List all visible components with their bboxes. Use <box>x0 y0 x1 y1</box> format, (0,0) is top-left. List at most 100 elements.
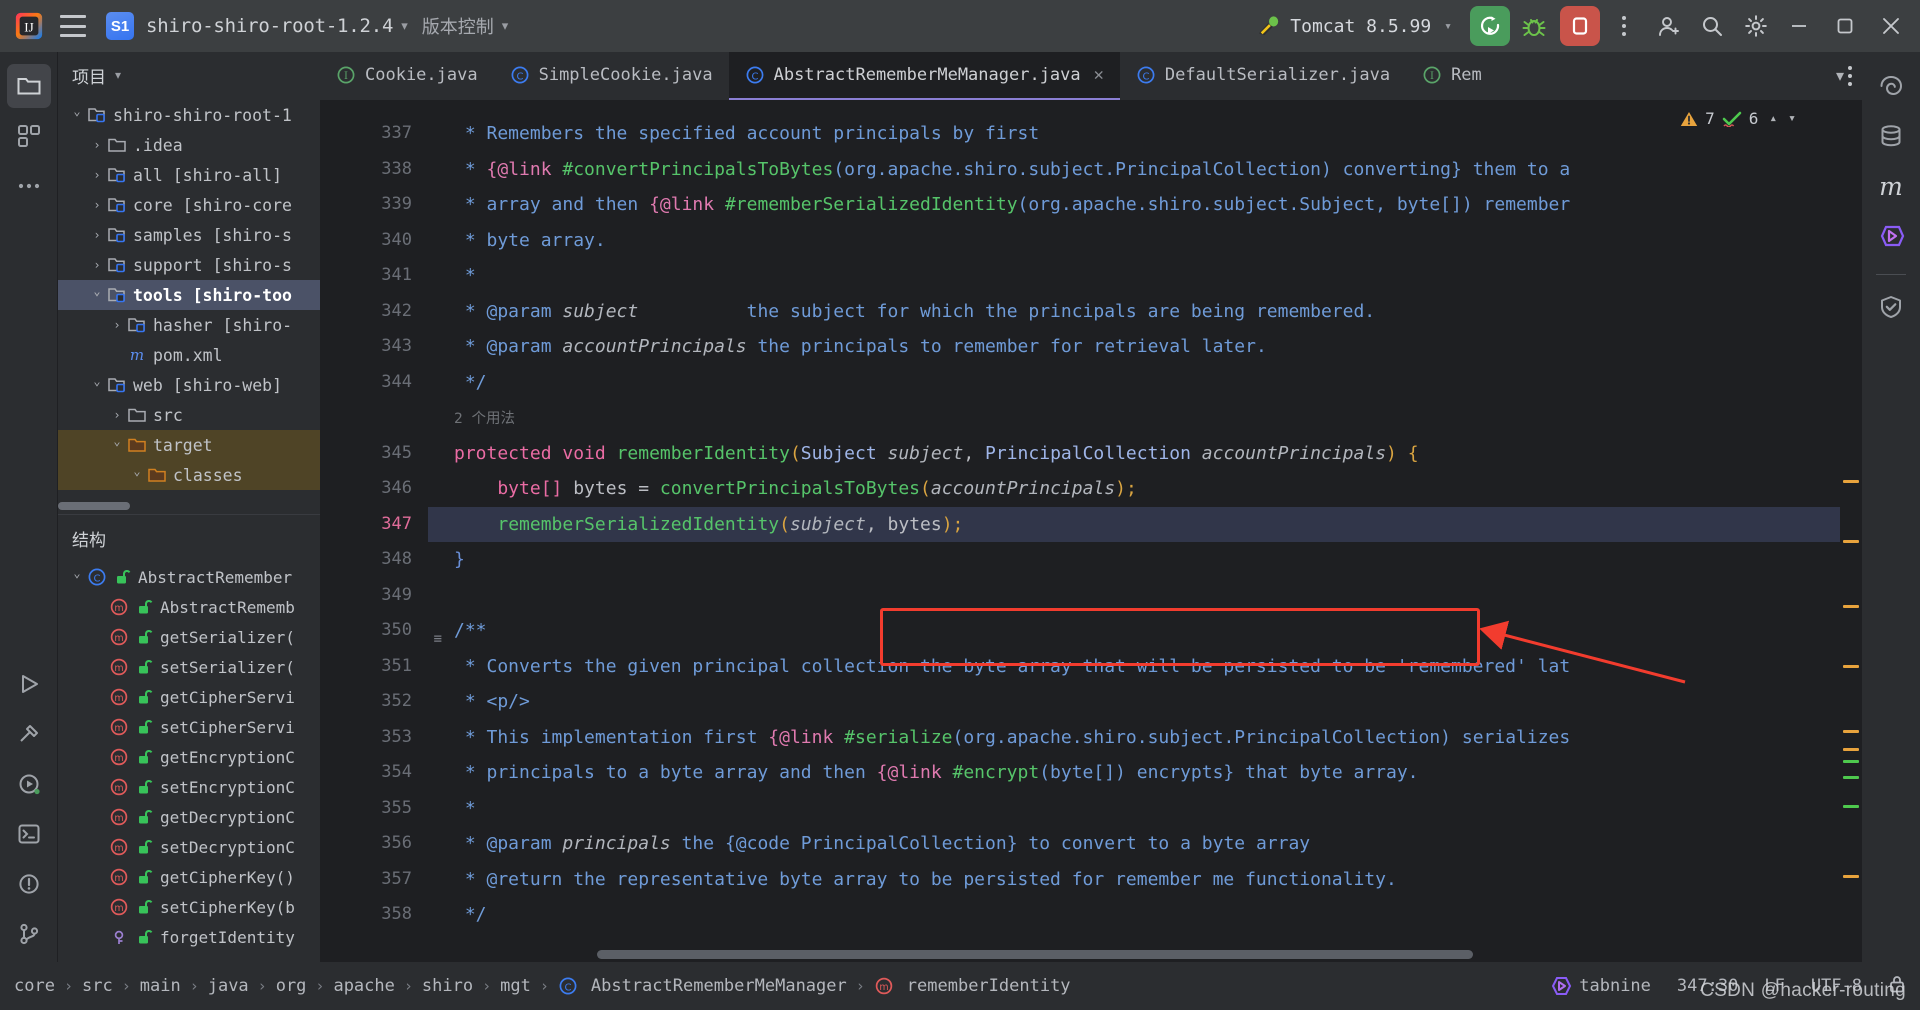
project-tree-item[interactable]: shiro-shiro-root-1 <box>58 100 320 130</box>
structure-tree-item[interactable]: C AbstractRemember <box>58 562 320 592</box>
editor-tab-bar[interactable]: I Cookie.java C SimpleCookie.java C AbstractR… <box>320 52 1862 100</box>
project-tree-item[interactable]: web [shiro-web] <box>58 370 320 400</box>
editor-tab[interactable]: C SimpleCookie.java <box>494 52 729 100</box>
project-tree-item[interactable]: target <box>58 430 320 460</box>
project-tree-item[interactable]: core [shiro-core <box>58 190 320 220</box>
code-line[interactable]: * array and then {@link #rememberSeriali… <box>454 187 1840 223</box>
sidebar-item-commit[interactable] <box>7 114 51 158</box>
usages-inlay-hint[interactable]: 2 个用法 <box>454 400 1840 436</box>
tabnine-status-widget[interactable]: tabnine <box>1550 976 1651 996</box>
project-tree[interactable]: shiro-shiro-root-1 .idea all [shiro-all] co… <box>58 98 320 514</box>
project-name[interactable]: shiro-shiro-root-1.2.4 <box>146 15 393 37</box>
sidebar-item-database[interactable] <box>1869 114 1913 158</box>
code-line[interactable]: * Remembers the specified account princi… <box>454 116 1840 152</box>
horizontal-scrollbar[interactable] <box>428 950 1840 962</box>
line-separator[interactable]: LF <box>1764 976 1784 996</box>
stop-button[interactable] <box>1560 6 1600 46</box>
breadcrumb[interactable]: core › src › main › java › org › apache › shiro › mgt ›… <box>14 976 1071 996</box>
code-line[interactable]: */ <box>454 897 1840 933</box>
tab-more-vertical-icon[interactable] <box>1848 66 1852 86</box>
editor-tab[interactable]: I Cookie.java <box>320 52 494 100</box>
project-tree-item[interactable]: support [shiro-s <box>58 250 320 280</box>
line-number[interactable]: 347 <box>320 507 428 543</box>
sidebar-item-more-tools[interactable] <box>7 164 51 208</box>
structure-tree-item[interactable]: m setDecryptionC <box>58 832 320 862</box>
line-number[interactable]: 346 <box>320 471 428 507</box>
sidebar-item-security[interactable] <box>1869 285 1913 329</box>
chevron-right-icon[interactable] <box>88 198 106 212</box>
search-everywhere-button[interactable] <box>1692 6 1732 46</box>
sidebar-item-services[interactable] <box>7 762 51 806</box>
project-tree-item[interactable]: samples [shiro-s <box>58 220 320 250</box>
breadcrumb-item[interactable]: shiro <box>422 976 473 996</box>
line-number[interactable]: 356 <box>320 826 428 862</box>
breadcrumb-item[interactable]: java <box>208 976 249 996</box>
analysis-marker[interactable] <box>1843 730 1859 733</box>
code-line[interactable]: * @param subject the subject for which t… <box>454 294 1840 330</box>
structure-tree-item[interactable]: m AbstractRememb <box>58 592 320 622</box>
structure-tree-item[interactable]: m getCipherServi <box>58 682 320 712</box>
analysis-marker[interactable] <box>1843 760 1859 763</box>
account-button[interactable] <box>1648 6 1688 46</box>
line-number[interactable]: 357 <box>320 862 428 898</box>
editor-tab[interactable]: C AbstractRememberMeManager.java ✕ <box>728 52 1120 100</box>
breadcrumb-item[interactable]: rememberIdentity <box>907 976 1071 996</box>
line-number[interactable]: 349 <box>320 578 428 614</box>
minimize-button[interactable] <box>1776 6 1822 46</box>
line-number[interactable]: 343 <box>320 329 428 365</box>
sidebar-item-tabnine[interactable] <box>1869 214 1913 258</box>
chevron-down-icon[interactable] <box>68 570 86 584</box>
project-tree-item[interactable]: classes <box>58 460 320 490</box>
tab-list-chevron-down-icon[interactable]: ▾ <box>1836 66 1844 86</box>
project-tree-item[interactable]: .idea <box>58 130 320 160</box>
code-line[interactable]: * @param accountPrincipals the principal… <box>454 329 1840 365</box>
analysis-marker[interactable] <box>1843 776 1859 779</box>
analysis-marker-strip[interactable] <box>1840 100 1862 962</box>
structure-tree-item[interactable]: m setCipherServi <box>58 712 320 742</box>
close-tab-icon[interactable]: ✕ <box>1094 65 1104 85</box>
editor-tab[interactable]: I Rem <box>1406 52 1498 100</box>
line-number[interactable]: 351 <box>320 649 428 685</box>
chevron-down-icon[interactable] <box>128 468 146 482</box>
project-tree-item[interactable]: src <box>58 400 320 430</box>
inspections-widget[interactable]: 7 6 ▴ ▾ <box>1672 106 1804 131</box>
code-line[interactable]: * @return the representative byte array … <box>454 862 1840 898</box>
line-number[interactable]: 358 <box>320 897 428 933</box>
line-number[interactable]: 355 <box>320 791 428 827</box>
project-tree-item[interactable]: tools [shiro-too <box>58 280 320 310</box>
line-number[interactable]: 354 <box>320 755 428 791</box>
project-tree-item[interactable]: m pom.xml <box>58 340 320 370</box>
structure-tree-item[interactable]: m setCipherKey(b <box>58 892 320 922</box>
sidebar-item-version-control[interactable] <box>7 912 51 956</box>
tab-overflow-controls[interactable]: ▾ <box>1826 52 1862 100</box>
debug-button[interactable] <box>1514 6 1554 46</box>
run-button[interactable] <box>1470 6 1510 46</box>
line-number[interactable]: 352 <box>320 684 428 720</box>
breadcrumb-item[interactable]: main <box>140 976 181 996</box>
file-encoding[interactable]: UTF-8 <box>1811 976 1862 996</box>
structure-tree-item[interactable]: m setSerializer( <box>58 652 320 682</box>
more-options-button[interactable] <box>1604 6 1644 46</box>
line-number[interactable]: 337 <box>320 116 428 152</box>
code-line[interactable]: * Converts the given principal collectio… <box>454 649 1840 685</box>
code-line[interactable]: * This implementation first {@link #seri… <box>454 720 1840 756</box>
project-tree-scrollbar-thumb[interactable] <box>58 502 130 510</box>
code-editor[interactable]: 7 6 ▴ ▾ 337 338 339 340 341 342 343 344 345 346 3… <box>320 100 1862 962</box>
vcs-widget-label[interactable]: 版本控制 <box>422 13 494 39</box>
project-panel-chevron-down-icon[interactable]: ▾ <box>115 68 121 82</box>
caret-position[interactable]: 347:30 <box>1677 976 1738 996</box>
structure-tree-item[interactable]: m getDecryptionC <box>58 802 320 832</box>
analysis-marker[interactable] <box>1843 540 1859 543</box>
next-problem-chevron-down-icon[interactable]: ▾ <box>1788 111 1796 126</box>
analysis-marker[interactable] <box>1843 748 1859 751</box>
analysis-marker[interactable] <box>1843 605 1859 608</box>
main-menu-button[interactable] <box>60 15 86 37</box>
line-number[interactable]: 348 <box>320 542 428 578</box>
breadcrumb-item[interactable]: src <box>82 976 113 996</box>
analysis-marker[interactable] <box>1843 480 1859 483</box>
chevron-right-icon[interactable] <box>88 168 106 182</box>
structure-tree-item[interactable]: m getSerializer( <box>58 622 320 652</box>
line-number[interactable]: 338 <box>320 152 428 188</box>
chevron-right-icon[interactable] <box>88 228 106 242</box>
code-line[interactable]: * byte array. <box>454 223 1840 259</box>
